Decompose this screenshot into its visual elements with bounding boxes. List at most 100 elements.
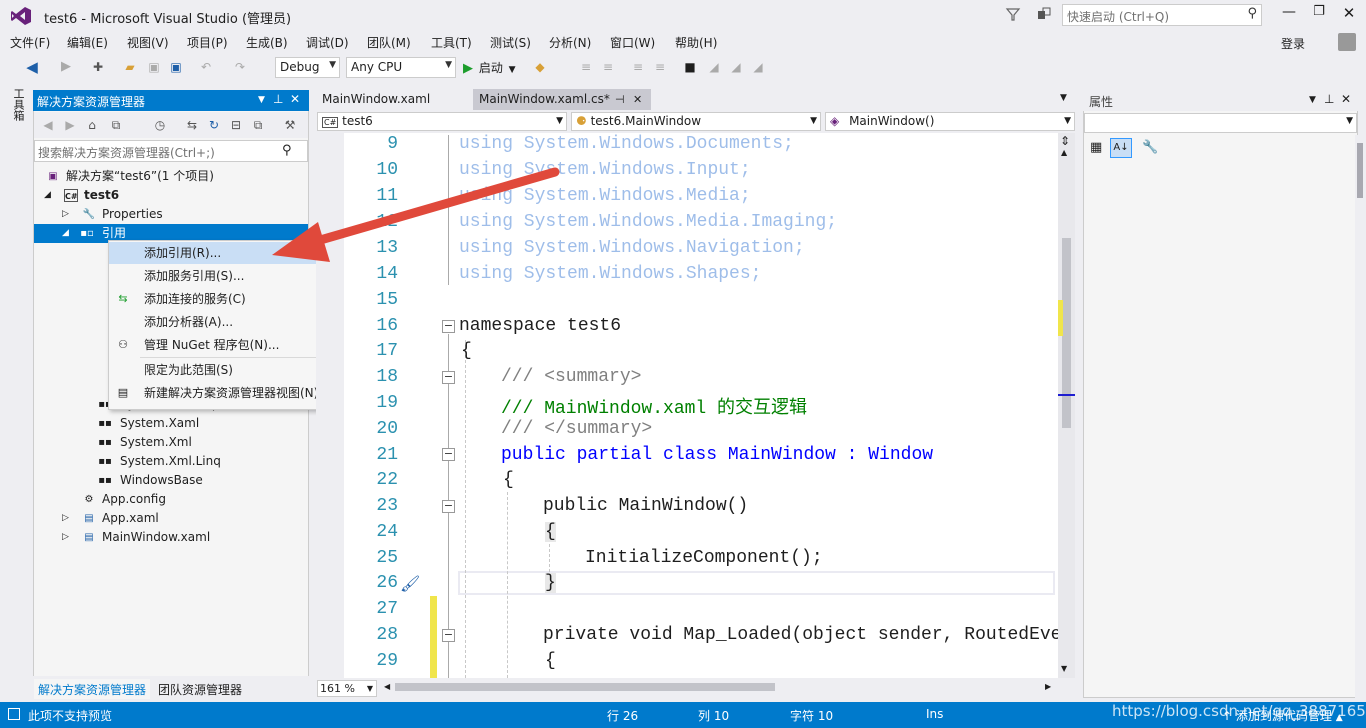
feedback-icon[interactable] (1036, 6, 1052, 22)
uncomment-icon[interactable]: ≡ (652, 59, 668, 75)
menu-tools[interactable]: 工具(T) (431, 34, 472, 51)
start-button[interactable]: ▶ 启动 ▼ (463, 59, 516, 77)
tree-file[interactable]: ⚙ App.config (34, 490, 308, 509)
clear-bookmark-icon[interactable]: ◢ (750, 59, 766, 75)
comment-icon[interactable]: ≡ (630, 59, 646, 75)
scroll-down-icon[interactable]: ▼ (1061, 664, 1067, 673)
menu-project[interactable]: 项目(P) (187, 34, 228, 51)
pin-icon[interactable]: ⊥ (1324, 92, 1334, 106)
scrollbar-thumb[interactable] (395, 683, 775, 691)
search-icon[interactable]: ⚲ (1247, 6, 1257, 21)
toolbox-tab[interactable]: 工具箱 (7, 88, 25, 121)
show-all-files-icon[interactable]: ⧉ (250, 117, 266, 133)
scroll-left-icon[interactable]: ◀ (384, 682, 390, 691)
filter-icon[interactable] (1005, 6, 1021, 22)
collapsed-icon[interactable]: ▷ (62, 205, 69, 224)
expanded-icon[interactable]: ◢ (44, 186, 51, 205)
menu-edit[interactable]: 编辑(E) (67, 34, 108, 51)
pin-icon[interactable]: ⊣ (615, 89, 625, 110)
switch-views-icon[interactable]: ⧉ (108, 117, 124, 133)
pending-changes-icon[interactable]: ◷ (152, 117, 168, 133)
home-icon[interactable]: ⌂ (84, 117, 100, 133)
collapsed-icon[interactable]: ▷ (62, 528, 69, 547)
categorized-icon[interactable]: ▦ (1090, 140, 1102, 155)
close-button[interactable]: ✕ (1335, 4, 1363, 24)
tab-mainwindow-cs[interactable]: MainWindow.xaml.cs* ⊣ ✕ (473, 89, 651, 110)
save-icon[interactable]: ▣ (146, 59, 162, 75)
tree-ref-item[interactable]: ▪▪ WindowsBase (34, 471, 308, 490)
menu-analyze[interactable]: 分析(N) (549, 34, 591, 51)
menu-debug[interactable]: 调试(D) (306, 34, 349, 51)
tree-ref-item[interactable]: ▪▪ System.Xml.Linq (34, 452, 308, 471)
open-icon[interactable]: ▰ (122, 59, 138, 75)
restore-button[interactable]: ❐ (1305, 4, 1333, 24)
panel-dropdown-icon[interactable]: ▼ (258, 95, 265, 105)
fold-toggle[interactable]: − (442, 371, 455, 384)
platform-select[interactable]: Any CPU ▼ (346, 57, 456, 78)
browser-link-icon[interactable]: ◆ (532, 59, 548, 75)
refresh-icon[interactable]: ↻ (206, 117, 222, 133)
menu-help[interactable]: 帮助(H) (675, 34, 717, 51)
collapse-all-icon[interactable]: ⊟ (228, 117, 244, 133)
collapsed-icon[interactable]: ▷ (62, 509, 69, 528)
properties-object-select[interactable]: ▼ (1084, 113, 1357, 133)
tab-close-icon[interactable]: ✕ (633, 89, 642, 110)
split-icon[interactable]: ⇕ (1060, 134, 1070, 148)
tree-solution[interactable]: ▣ 解决方案“test6”(1 个项目) (34, 167, 308, 186)
pin-icon[interactable]: ⊥ (273, 92, 283, 106)
tab-team-explorer[interactable]: 团队资源管理器 (154, 679, 246, 699)
fold-toggle[interactable]: − (442, 448, 455, 461)
tree-ref-item[interactable]: ▪▪ System.Xaml (34, 414, 308, 433)
menu-team[interactable]: 团队(M) (367, 34, 411, 51)
align-left-icon[interactable]: ≡ (578, 59, 594, 75)
menu-file[interactable]: 文件(F) (10, 34, 50, 51)
properties-scrollbar[interactable] (1355, 135, 1366, 698)
tab-mainwindow-xaml[interactable]: MainWindow.xaml (316, 89, 436, 110)
properties-icon[interactable]: ⚒ (282, 117, 298, 133)
save-all-icon[interactable]: ▣ (168, 59, 184, 75)
search-icon[interactable]: ⚲ (282, 143, 292, 158)
member-nav-select[interactable]: ◈ MainWindow() ▼ (825, 112, 1075, 131)
project-nav-select[interactable]: C# test6 ▼ (317, 112, 567, 131)
tree-ref-item[interactable]: ▪▪ System.Xml (34, 433, 308, 452)
tree-properties[interactable]: ▷ 🔧 Properties (34, 205, 308, 224)
tree-file[interactable]: ▷ ▤ MainWindow.xaml (34, 528, 308, 547)
tab-overflow-icon[interactable]: ▼ (1060, 93, 1067, 103)
back-icon[interactable]: ◀ (40, 117, 56, 133)
config-select[interactable]: Debug ▼ (275, 57, 340, 78)
menu-test[interactable]: 测试(S) (490, 34, 531, 51)
fold-toggle[interactable]: − (442, 320, 455, 333)
property-pages-icon[interactable]: 🔧 (1142, 140, 1158, 155)
scroll-up-icon[interactable]: ▲ (1061, 148, 1067, 157)
expanded-icon[interactable]: ◢ (62, 224, 69, 243)
next-bookmark-icon[interactable]: ◢ (728, 59, 744, 75)
tab-solution-explorer[interactable]: 解决方案资源管理器 (34, 679, 151, 699)
scrollbar-thumb[interactable] (1062, 238, 1071, 428)
login-link[interactable]: 登录 (1281, 35, 1305, 52)
menu-build[interactable]: 生成(B) (246, 34, 288, 51)
zoom-select[interactable]: 161 % ▼ (317, 680, 377, 697)
tree-project[interactable]: ◢ C# test6 (34, 186, 308, 205)
type-nav-select[interactable]: ⚈ test6.MainWindow ▼ (571, 112, 821, 131)
quick-launch-input[interactable]: 快速启动 (Ctrl+Q) ⚲ (1062, 4, 1262, 26)
panel-dropdown-icon[interactable]: ▼ (1309, 95, 1316, 105)
tree-file[interactable]: ▷ ▤ App.xaml (34, 509, 308, 528)
new-project-icon[interactable]: ✚ (90, 59, 106, 75)
align-center-icon[interactable]: ≡ (600, 59, 616, 75)
minimize-button[interactable]: — (1275, 4, 1303, 24)
account-icon[interactable] (1338, 33, 1356, 51)
forward-icon[interactable]: ▶ (62, 117, 78, 133)
bookmark-icon[interactable]: ■ (682, 59, 698, 75)
menu-view[interactable]: 视图(V) (127, 34, 169, 51)
scroll-right-icon[interactable]: ▶ (1045, 682, 1051, 691)
prev-bookmark-icon[interactable]: ◢ (706, 59, 722, 75)
forward-icon[interactable]: ▶ (58, 59, 74, 75)
fold-toggle[interactable]: − (442, 629, 455, 642)
back-icon[interactable]: ◀ (24, 59, 40, 75)
scrollbar-thumb[interactable] (1357, 143, 1363, 198)
menu-window[interactable]: 窗口(W) (610, 34, 655, 51)
fold-toggle[interactable]: − (442, 500, 455, 513)
redo-icon[interactable]: ↷ (232, 59, 248, 75)
quick-action-icon[interactable]: 🖌 (400, 574, 420, 593)
alphabetical-icon[interactable]: A↓ (1110, 138, 1132, 158)
